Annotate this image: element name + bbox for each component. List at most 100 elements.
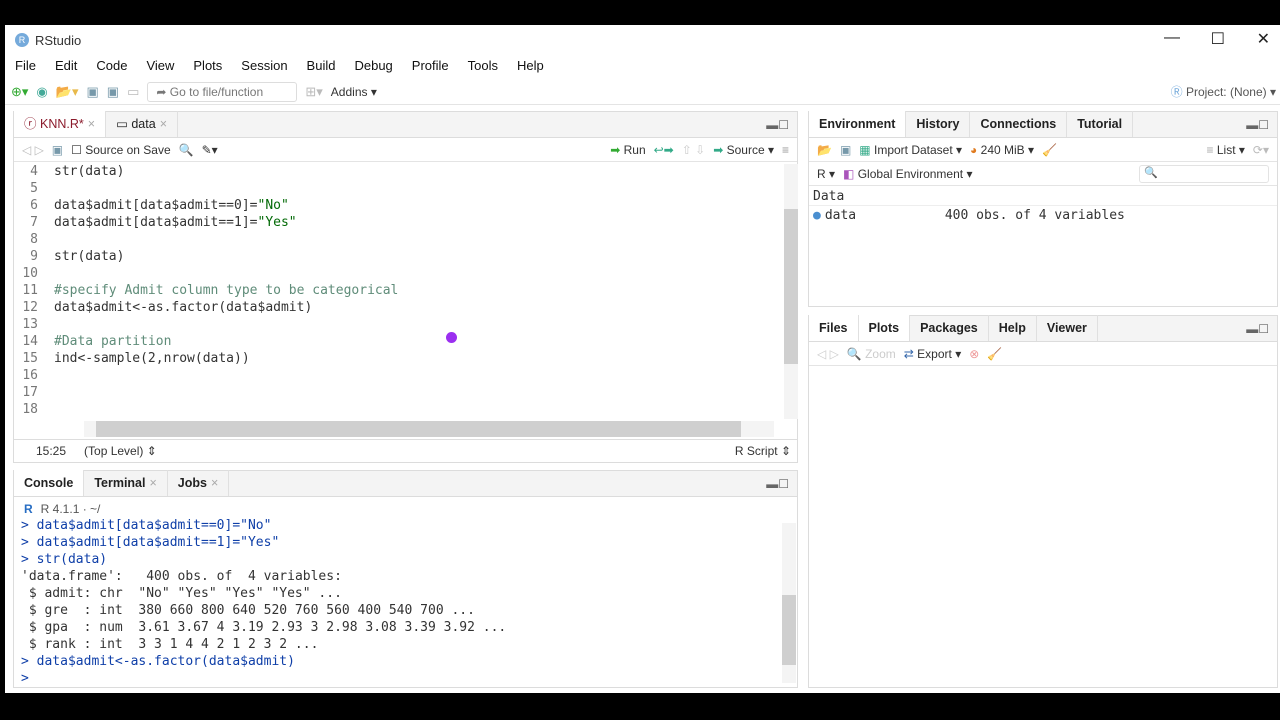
pane-maximize-icon[interactable]: ▬☐ bbox=[1246, 118, 1269, 132]
hscroll-thumb[interactable] bbox=[96, 421, 741, 437]
menu-edit[interactable]: Edit bbox=[55, 55, 77, 77]
code-area[interactable]: 4 str(data) 5 6 data$admit[data$admit==0]="N… bbox=[0, 163, 778, 419]
tab-connections[interactable]: Connections bbox=[970, 111, 1068, 137]
scope-menu[interactable]: (Top Level) ⇕ bbox=[84, 444, 157, 458]
rerun-icon[interactable]: ↩➡ bbox=[654, 143, 674, 157]
close-tab-icon[interactable]: × bbox=[211, 476, 218, 490]
rstudio-logo-icon: R bbox=[15, 33, 29, 47]
console-input-line: > str(data) bbox=[21, 552, 108, 567]
filetype-menu[interactable]: R Script ⇕ bbox=[735, 444, 791, 458]
clear-plots-icon[interactable]: 🧹 bbox=[987, 347, 1002, 361]
export-icon: ⇄ bbox=[903, 346, 914, 361]
save-workspace-icon[interactable]: ▣ bbox=[840, 143, 851, 157]
tab-data[interactable]: ▭ data × bbox=[106, 111, 179, 137]
menu-file[interactable]: File bbox=[15, 55, 36, 77]
menu-profile[interactable]: Profile bbox=[412, 55, 449, 77]
maximize-button[interactable]: ☐ bbox=[1211, 29, 1225, 49]
run-button[interactable]: ➡ Run bbox=[610, 143, 645, 157]
tab-packages[interactable]: Packages bbox=[910, 315, 989, 341]
new-file-icon[interactable]: ⊕▾ bbox=[11, 85, 28, 98]
tab-label: data bbox=[131, 117, 156, 131]
project-menu[interactable]: Ⓡ Project: (None) ▾ bbox=[1171, 83, 1276, 100]
print-icon[interactable]: ▭ bbox=[127, 85, 139, 98]
scroll-thumb[interactable] bbox=[784, 209, 798, 364]
environment-search-input[interactable]: 🔍 bbox=[1139, 164, 1269, 183]
environment-scope-bar: R ▾ ◧ Global Environment ▾ 🔍 bbox=[809, 162, 1277, 186]
menu-plots[interactable]: Plots bbox=[193, 55, 222, 77]
close-button[interactable]: ✕ bbox=[1257, 29, 1270, 49]
view-mode-menu[interactable]: ≡ List ▾ bbox=[1207, 143, 1245, 157]
back-icon[interactable]: ◁ ▷ bbox=[22, 143, 44, 157]
refresh-icon[interactable]: ⟳▾ bbox=[1253, 143, 1269, 157]
source-on-save-checkbox[interactable]: ☐ Source on Save bbox=[71, 143, 170, 157]
code-text: #specify Admit column type to be categor… bbox=[54, 283, 399, 298]
save-icon[interactable]: ▣ bbox=[86, 85, 98, 98]
tab-label: Console bbox=[24, 476, 74, 490]
tab-jobs[interactable]: Jobs × bbox=[168, 470, 230, 496]
close-tab-icon[interactable]: × bbox=[160, 117, 167, 131]
console-output[interactable]: > data$admit[data$admit==0]="No" > data$a… bbox=[21, 517, 781, 687]
tab-plots[interactable]: Plots bbox=[858, 315, 911, 341]
menu-build[interactable]: Build bbox=[307, 55, 336, 77]
r-version: R 4.1.1 · ~/ bbox=[40, 502, 101, 516]
export-button[interactable]: ⇄ Export ▾ bbox=[904, 347, 961, 361]
tab-knnr[interactable]: ⓡ KNN.R* × bbox=[14, 111, 107, 137]
open-file-icon[interactable]: 📂▾ bbox=[56, 85, 79, 98]
pane-maximize-icon[interactable]: ▬☐ bbox=[1246, 322, 1269, 336]
scope-menu[interactable]: ◧ Global Environment ▾ bbox=[843, 167, 972, 181]
line-number: 12 bbox=[22, 300, 38, 315]
editor-pane: ⓡ KNN.R* × ▭ data × ▬☐ ◁ ▷ ▣ ☐ Source on Sa… bbox=[13, 111, 798, 463]
outline-icon[interactable]: ≡ bbox=[782, 143, 789, 157]
scroll-thumb[interactable] bbox=[782, 595, 796, 665]
tab-label: Plots bbox=[868, 321, 900, 335]
menu-session[interactable]: Session bbox=[241, 55, 287, 77]
console-scrollbar[interactable] bbox=[782, 523, 796, 683]
tab-help[interactable]: Help bbox=[989, 315, 1037, 341]
tab-viewer[interactable]: Viewer bbox=[1037, 315, 1098, 341]
menu-debug[interactable]: Debug bbox=[354, 55, 392, 77]
remove-plot-icon[interactable]: ⊗ bbox=[969, 347, 979, 361]
menu-code[interactable]: Code bbox=[96, 55, 127, 77]
menu-view[interactable]: View bbox=[146, 55, 174, 77]
env-item[interactable]: ● data 400 obs. of 4 variables bbox=[809, 206, 1277, 226]
load-workspace-icon[interactable]: 📂 bbox=[817, 143, 832, 157]
broom-icon[interactable]: 🧹 bbox=[1042, 143, 1057, 157]
editor-hscrollbar[interactable] bbox=[84, 421, 774, 437]
source-button[interactable]: ➡ Source ▾ bbox=[713, 143, 774, 157]
go-to-file-input[interactable]: ➦ Go to file/function bbox=[147, 81, 298, 102]
close-tab-icon[interactable]: × bbox=[88, 117, 95, 131]
zoom-button[interactable]: 🔍 Zoom bbox=[847, 347, 896, 361]
prev-plot-icon[interactable]: ◁ ▷ bbox=[817, 347, 839, 361]
addins-menu[interactable]: Addins ▾ bbox=[331, 85, 377, 99]
up-icon[interactable]: ⇧ ⇩ bbox=[682, 143, 705, 157]
code-line: 6 data$admit[data$admit==0]="No" bbox=[0, 197, 778, 214]
magic-wand-icon[interactable]: ✎▾ bbox=[202, 143, 218, 157]
expand-icon[interactable]: ● bbox=[813, 208, 821, 224]
tab-environment[interactable]: Environment bbox=[809, 111, 907, 137]
minimize-button[interactable]: — bbox=[1164, 29, 1180, 47]
save-all-icon[interactable]: ▣ bbox=[107, 85, 119, 98]
environment-tabs: Environment History Connections Tutorial bbox=[809, 111, 1277, 138]
search-icon[interactable]: 🔍 bbox=[179, 143, 194, 157]
language-label: R bbox=[817, 166, 826, 181]
tab-console[interactable]: Console bbox=[14, 470, 85, 496]
menu-help[interactable]: Help bbox=[517, 55, 544, 77]
language-menu[interactable]: R ▾ bbox=[817, 167, 835, 181]
layout-icon[interactable]: ⊞▾ bbox=[305, 85, 322, 98]
close-tab-icon[interactable]: × bbox=[149, 476, 156, 490]
menu-tools[interactable]: Tools bbox=[468, 55, 498, 77]
save-icon[interactable]: ▣ bbox=[52, 143, 63, 157]
pane-maximize-icon[interactable]: ▬☐ bbox=[766, 118, 789, 132]
memory-usage-button[interactable]: ◕ 240 MiB ▾ bbox=[970, 143, 1034, 157]
editor-vscrollbar[interactable] bbox=[784, 164, 798, 419]
new-project-icon[interactable]: ◉ bbox=[36, 85, 47, 98]
tab-history[interactable]: History bbox=[906, 111, 971, 137]
files-tabs: Files Plots Packages Help Viewer bbox=[809, 315, 1277, 342]
import-dataset-button[interactable]: ▦ Import Dataset ▾ bbox=[859, 143, 962, 157]
tab-files[interactable]: Files bbox=[809, 315, 859, 341]
tab-terminal[interactable]: Terminal × bbox=[84, 470, 168, 496]
tab-tutorial[interactable]: Tutorial bbox=[1067, 111, 1134, 137]
code-line: 7 data$admit[data$admit==1]="Yes" bbox=[0, 214, 778, 231]
tab-label: Packages bbox=[920, 321, 978, 335]
pane-maximize-icon[interactable]: ▬☐ bbox=[766, 477, 789, 491]
